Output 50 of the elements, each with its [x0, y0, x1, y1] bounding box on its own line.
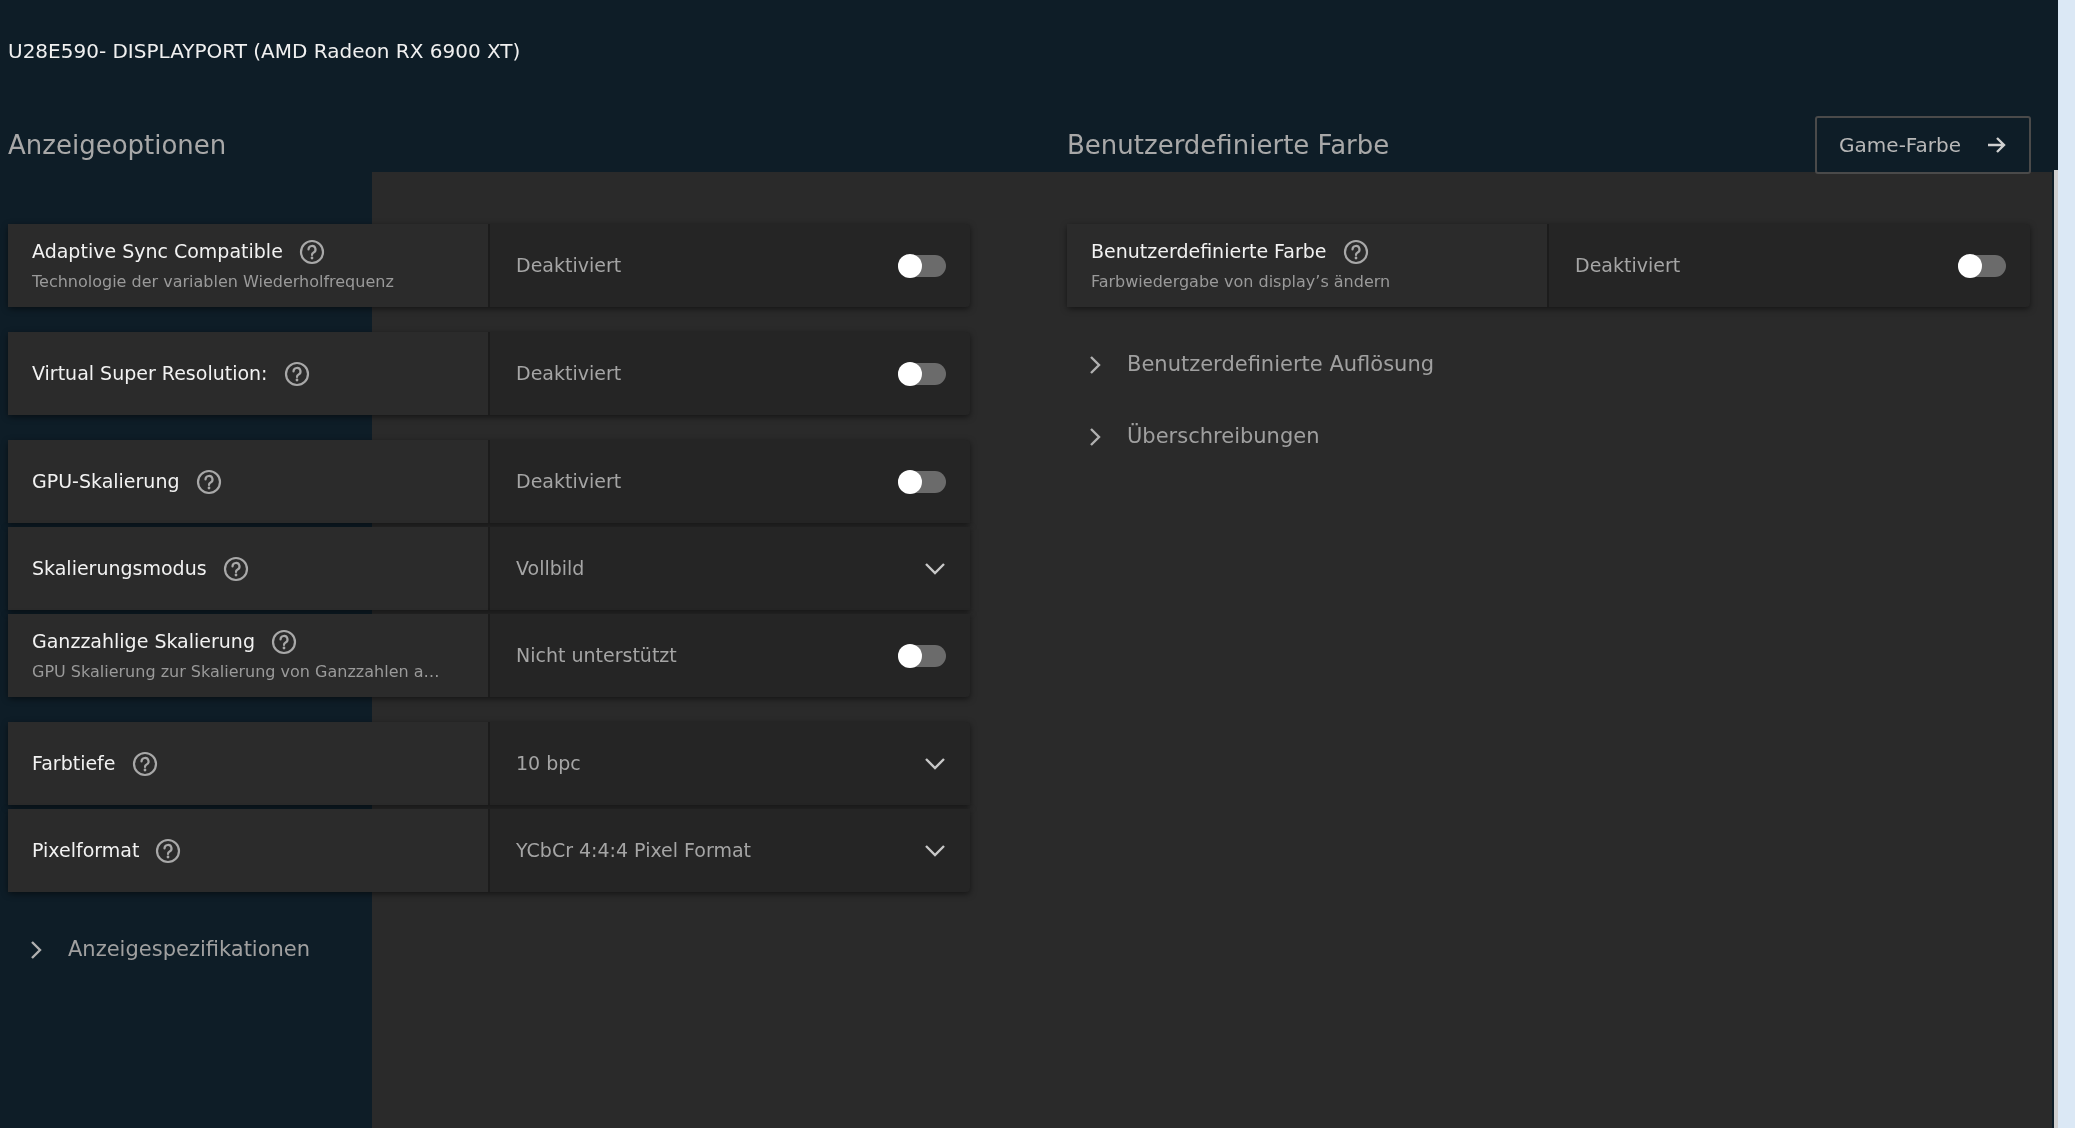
- toggle-switch[interactable]: [898, 254, 946, 277]
- chevron-down-icon: [924, 561, 946, 576]
- setting-value: YCbCr 4:4:4 Pixel Format: [516, 838, 752, 864]
- setting-label: Skalierungsmodus: [32, 556, 207, 582]
- window-title: U28E590- DISPLAYPORT (AMD Radeon RX 6900 XT): [8, 38, 522, 65]
- setting-value: Deaktiviert: [1575, 253, 1681, 279]
- arrow-right-icon: [1987, 136, 2007, 154]
- help-icon[interactable]: [222, 555, 249, 582]
- setting-description: GPU Skalierung zur Skalierung von Ganzzahlen a…: [32, 660, 441, 683]
- help-icon[interactable]: [283, 360, 310, 387]
- dropdown[interactable]: Vollbild: [490, 527, 970, 610]
- help-icon[interactable]: [1342, 238, 1369, 265]
- setting-label: Benutzerdefinierte Farbe: [1091, 239, 1327, 265]
- chevron-down-icon: [924, 756, 946, 771]
- chevron-right-icon: [1089, 427, 1101, 447]
- setting-description: Farbwiedergabe von display’s ändern: [1091, 270, 1392, 293]
- setting-label: Adaptive Sync Compatible: [32, 239, 283, 265]
- help-icon[interactable]: [155, 837, 182, 864]
- setting-label: Virtual Super Resolution:: [32, 361, 268, 387]
- setting-value: 10 bpc: [516, 751, 581, 777]
- toggle-switch[interactable]: [1958, 254, 2006, 277]
- expander[interactable]: Benutzerdefinierte Auflösung: [1067, 332, 1435, 398]
- toggle-switch[interactable]: [898, 362, 946, 385]
- chevron-down-icon: [924, 843, 946, 858]
- section-heading: Anzeigeoptionen: [8, 128, 227, 162]
- help-icon[interactable]: [270, 628, 297, 655]
- game-color-button[interactable]: Game-Farbe: [1815, 116, 2031, 174]
- help-icon[interactable]: [131, 750, 158, 777]
- setting-value: Deaktiviert: [516, 469, 622, 495]
- chevron-right-icon: [1089, 355, 1101, 375]
- expander[interactable]: Anzeigespezifikationen: [8, 917, 311, 983]
- toggle-switch[interactable]: [898, 644, 946, 667]
- setting-label: Ganzzahlige Skalierung: [32, 629, 255, 655]
- expander[interactable]: Überschreibungen: [1067, 404, 1320, 470]
- setting-label: Pixelformat: [32, 838, 140, 864]
- help-icon[interactable]: [195, 468, 222, 495]
- setting-value: Nicht unterstützt: [516, 643, 677, 669]
- section-heading: Benutzerdefinierte Farbe: [1067, 128, 1390, 162]
- setting-value: Deaktiviert: [516, 361, 622, 387]
- dropdown[interactable]: 10 bpc: [490, 722, 970, 805]
- setting-label: GPU-Skalierung: [32, 469, 180, 495]
- help-icon[interactable]: [298, 238, 325, 265]
- scrollbar[interactable]: [2054, 170, 2058, 1128]
- setting-label: Farbtiefe: [32, 751, 116, 777]
- setting-value: Deaktiviert: [516, 253, 622, 279]
- setting-value: Vollbild: [516, 556, 585, 582]
- chevron-right-icon: [30, 940, 42, 960]
- toggle-switch[interactable]: [898, 470, 946, 493]
- dropdown[interactable]: YCbCr 4:4:4 Pixel Format: [490, 809, 970, 892]
- setting-description: Technologie der variablen Wiederholfrequenz: [32, 270, 395, 293]
